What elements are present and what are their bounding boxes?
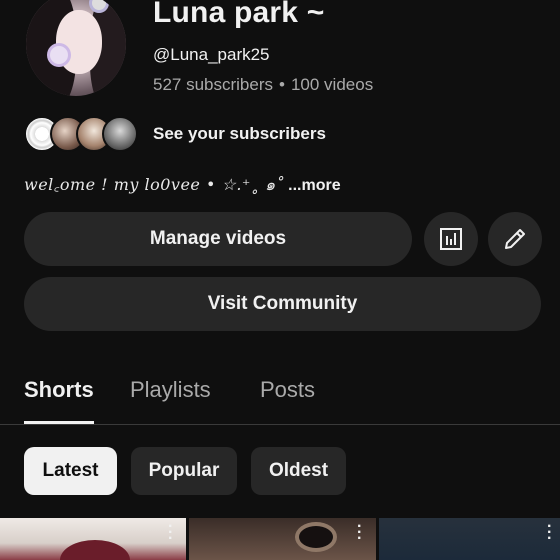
filter-oldest-chip[interactable]: Oldest bbox=[251, 447, 346, 495]
see-subscribers-link[interactable]: See your subscribers bbox=[153, 124, 326, 144]
short-thumbnail[interactable]: · · · bbox=[189, 518, 376, 560]
subscriber-avatar bbox=[102, 116, 138, 152]
more-options-icon[interactable]: · · · bbox=[168, 519, 173, 547]
pencil-icon bbox=[505, 229, 525, 249]
tab-playlists[interactable]: Playlists bbox=[130, 377, 211, 403]
channel-handle: @Luna_park25 bbox=[153, 45, 270, 64]
video-count: 100 videos bbox=[290, 75, 374, 94]
more-options-icon[interactable]: · · · bbox=[357, 519, 362, 547]
short-thumbnail[interactable]: · · · bbox=[0, 518, 186, 560]
visit-community-button[interactable]: Visit Community bbox=[24, 277, 541, 331]
short-thumbnail[interactable]: · · · bbox=[379, 518, 560, 560]
stats-separator: • bbox=[279, 75, 285, 94]
analytics-button[interactable] bbox=[424, 212, 478, 266]
analytics-icon bbox=[440, 228, 462, 250]
channel-description[interactable]: wel꜀ome ! my lo0vee • ☆.⁺˳ ๑˚ ...more bbox=[24, 173, 341, 198]
thumbnail-image bbox=[299, 526, 333, 548]
thumbnail-image bbox=[60, 540, 130, 560]
channel-stats: 527 subscribers • 100 videos bbox=[153, 75, 373, 95]
subscriber-count: 527 subscribers bbox=[153, 75, 274, 94]
subscriber-avatars[interactable] bbox=[24, 114, 138, 154]
description-text: wel꜀ome ! my lo0vee • ☆.⁺˳ ๑˚ bbox=[24, 175, 285, 194]
avatar-flower bbox=[50, 46, 68, 64]
filter-popular-chip[interactable]: Popular bbox=[131, 447, 237, 495]
avatar-face bbox=[56, 10, 102, 74]
manage-videos-button[interactable]: Manage videos bbox=[24, 212, 412, 266]
tab-posts[interactable]: Posts bbox=[260, 377, 315, 403]
channel-avatar[interactable] bbox=[26, 0, 126, 96]
edit-channel-button[interactable] bbox=[488, 212, 542, 266]
filter-latest-chip[interactable]: Latest bbox=[24, 447, 117, 495]
more-options-icon[interactable]: · · · bbox=[547, 519, 552, 547]
tab-shorts[interactable]: Shorts bbox=[24, 377, 94, 403]
more-link[interactable]: ...more bbox=[288, 177, 340, 194]
channel-name: Luna park ~ bbox=[153, 0, 325, 29]
tabs-divider bbox=[0, 424, 560, 425]
